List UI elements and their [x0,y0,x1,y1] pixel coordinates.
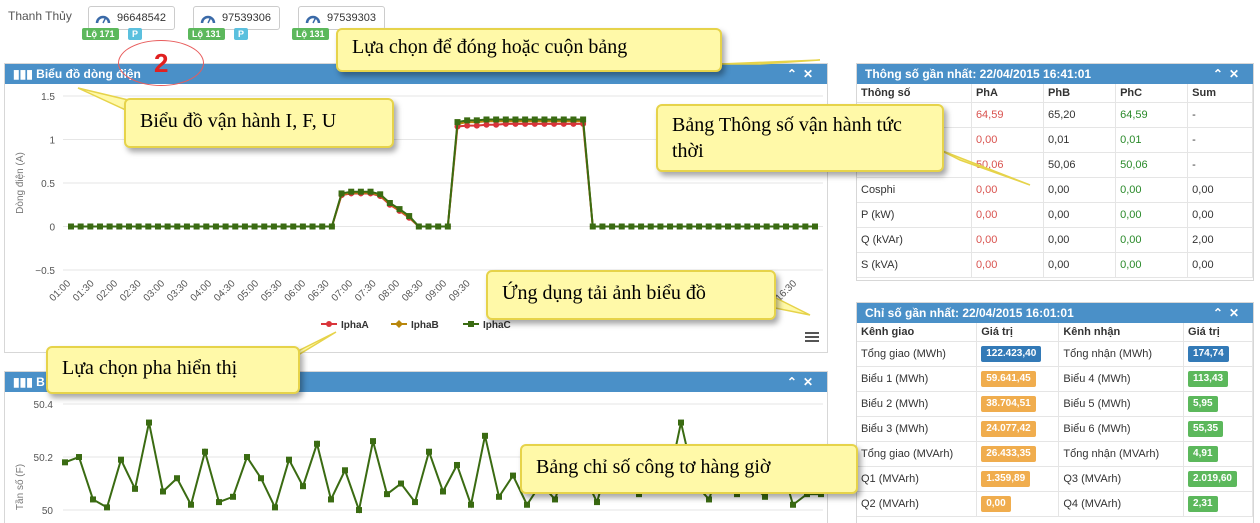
callout-chart: Biểu đồ vận hành I, F, U [124,98,394,148]
callout-collapse: Lựa chọn để đóng hoặc cuộn bảng [336,28,722,72]
callout-phase: Lựa chọn pha hiển thị [46,346,300,394]
callout-download: Ứng dụng tải ảnh biểu đồ [486,270,776,320]
app-root: Thanh Thủy 96648542 Lộ 171 P 97539306 Lộ… [0,0,1260,523]
callout-params: Bảng Thông số vận hành tức thời [656,104,944,172]
callout-meter-index: Bảng chỉ số công tơ hàng giờ [520,444,858,494]
